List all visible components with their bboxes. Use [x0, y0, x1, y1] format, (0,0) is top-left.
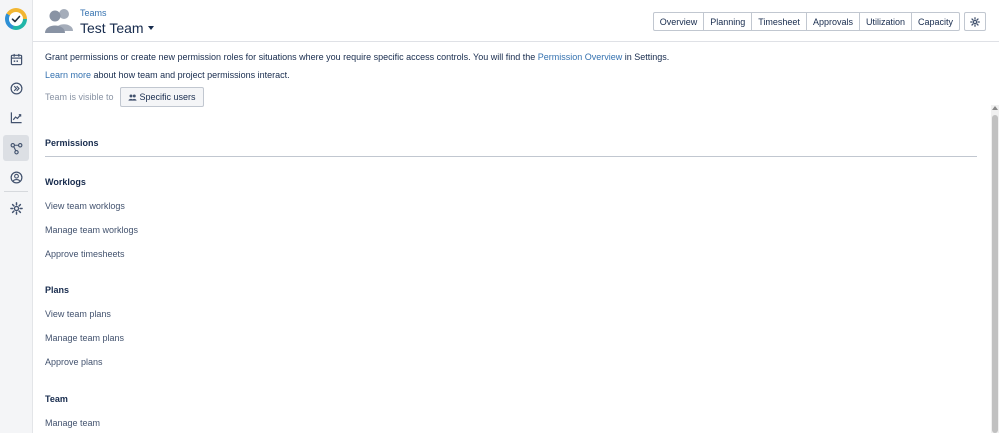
- team-network-icon[interactable]: [3, 135, 29, 161]
- check-icon: [11, 15, 21, 23]
- tab-timesheet[interactable]: Timesheet: [751, 12, 807, 31]
- divider: [45, 156, 977, 157]
- permission-manage-team[interactable]: Manage team: [45, 418, 100, 428]
- permission-view-team-worklogs[interactable]: View team worklogs: [45, 201, 125, 211]
- calendar-icon[interactable]: [3, 46, 29, 72]
- team-avatar-icon: [45, 7, 75, 33]
- tab-capacity[interactable]: Capacity: [910, 12, 960, 31]
- intro-text-part: in Settings.: [622, 52, 670, 62]
- tab-approvals[interactable]: Approvals: [805, 12, 860, 31]
- app-logo[interactable]: [5, 8, 27, 30]
- user-circle-icon[interactable]: [3, 164, 29, 190]
- tab-planning[interactable]: Planning: [703, 12, 753, 31]
- users-icon: [127, 94, 137, 101]
- permission-overview-link[interactable]: Permission Overview: [538, 52, 623, 62]
- page-title[interactable]: Test Team: [80, 20, 154, 36]
- learn-more-link[interactable]: Learn more: [45, 70, 91, 80]
- learn-more-text: Learn more about how team and project pe…: [45, 70, 290, 80]
- permission-view-team-plans[interactable]: View team plans: [45, 309, 111, 319]
- chart-line-icon[interactable]: [3, 104, 29, 130]
- visibility-label: Team is visible to: [45, 92, 114, 102]
- intro-text-part: Grant permissions or create new permissi…: [45, 52, 538, 62]
- scroll-up-arrow-icon[interactable]: [992, 106, 998, 110]
- scrollbar-thumb[interactable]: [992, 115, 998, 433]
- permissions-heading: Permissions: [45, 138, 99, 148]
- permission-approve-plans[interactable]: Approve plans: [45, 357, 103, 367]
- team-heading: Team: [45, 394, 68, 404]
- intro-text: Grant permissions or create new permissi…: [45, 52, 669, 62]
- visibility-row: Team is visible to Specific users: [45, 87, 204, 107]
- double-chevron-right-icon[interactable]: [3, 75, 29, 101]
- team-tabs: Overview Planning Timesheet Approvals Ut…: [652, 12, 986, 31]
- tab-overview[interactable]: Overview: [652, 12, 705, 31]
- breadcrumb[interactable]: Teams: [80, 8, 107, 18]
- learn-more-text-part: about how team and project permissions i…: [91, 70, 290, 80]
- settings-button[interactable]: [964, 12, 986, 31]
- specific-users-label: Specific users: [139, 92, 196, 102]
- permission-manage-team-worklogs[interactable]: Manage team worklogs: [45, 225, 138, 235]
- plans-heading: Plans: [45, 285, 70, 295]
- gear-icon: [970, 16, 980, 27]
- page-header: Teams Test Team Overview Planning Timesh…: [33, 0, 999, 42]
- left-sidebar: [0, 0, 33, 433]
- specific-users-button[interactable]: Specific users: [119, 87, 204, 107]
- team-name: Test Team: [80, 20, 144, 36]
- permission-manage-team-plans[interactable]: Manage team plans: [45, 333, 124, 343]
- gear-icon[interactable]: [3, 195, 29, 221]
- tab-utilization[interactable]: Utilization: [858, 12, 912, 31]
- caret-down-icon: [147, 26, 154, 31]
- permission-approve-timesheets[interactable]: Approve timesheets: [45, 249, 125, 259]
- worklogs-heading: Worklogs: [45, 177, 86, 187]
- sidebar-divider: [4, 191, 28, 192]
